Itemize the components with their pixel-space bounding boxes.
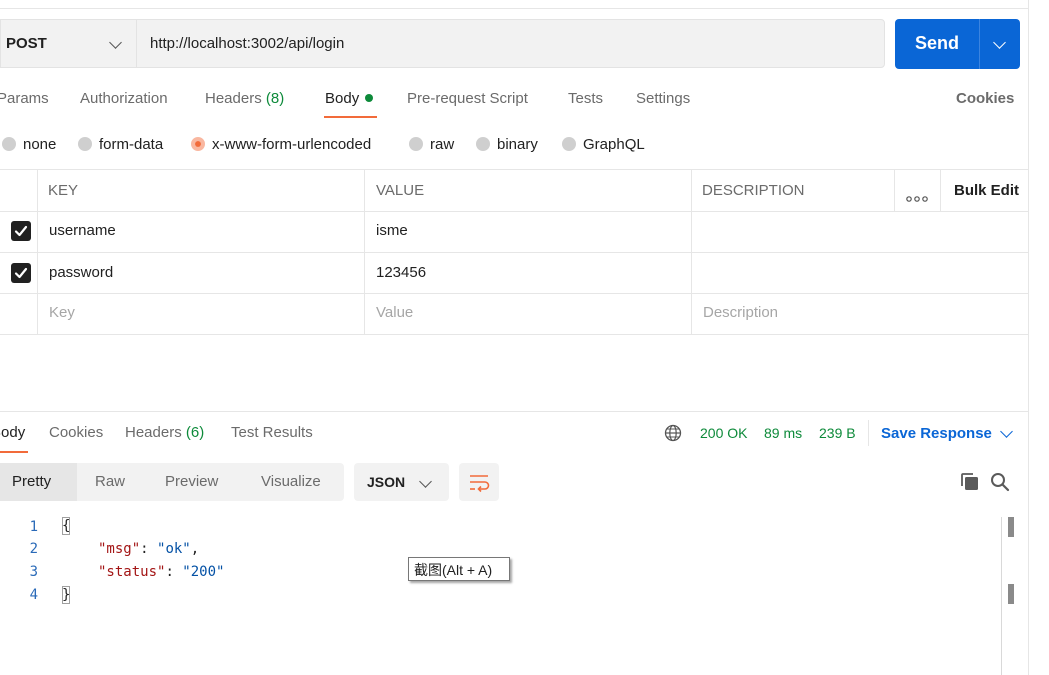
tab-settings[interactable]: Settings	[636, 90, 690, 107]
check-icon	[14, 267, 28, 279]
radio-raw[interactable]	[409, 137, 423, 151]
line-number: 3	[29, 564, 38, 580]
tab-params[interactable]: Params	[0, 90, 49, 107]
scrollbar-marker	[1008, 584, 1014, 604]
new-description-input[interactable]: Description	[703, 304, 778, 321]
tab-pre-request-script[interactable]: Pre-request Script	[407, 90, 528, 107]
new-key-input[interactable]: Key	[49, 304, 75, 321]
response-size[interactable]: 239 B	[819, 425, 856, 441]
code-line-3[interactable]: "status": "200"	[98, 564, 224, 580]
radio-graphql[interactable]	[562, 137, 576, 151]
row-key[interactable]: password	[49, 264, 113, 281]
table-top-border	[0, 169, 1028, 170]
table-row-border	[0, 293, 1028, 294]
column-header-value: VALUE	[376, 182, 425, 199]
headers-count: (8)	[265, 90, 285, 107]
body-active-dot	[365, 94, 374, 102]
format-label: JSON	[367, 474, 406, 490]
tab-active-indicator	[324, 116, 377, 118]
response-tab-cookies[interactable]: Cookies	[49, 424, 103, 441]
response-time[interactable]: 89 ms	[764, 425, 802, 441]
new-value-input[interactable]: Value	[376, 304, 413, 321]
radio-binary-label[interactable]: binary	[497, 136, 538, 153]
url-value: http://localhost:3002/api/login	[150, 35, 345, 52]
radio-graphql-label[interactable]: GraphQL	[583, 136, 645, 153]
radio-x-www-form-urlencoded-label[interactable]: x-www-form-urlencoded	[212, 136, 371, 153]
code-line-1[interactable]: {	[62, 518, 70, 534]
status-divider	[868, 420, 869, 446]
radio-binary[interactable]	[476, 137, 490, 151]
top-divider	[0, 8, 1028, 9]
line-number: 2	[29, 541, 38, 557]
check-icon	[14, 225, 28, 237]
view-mode-pretty[interactable]: Pretty	[12, 473, 51, 490]
row-value[interactable]: isme	[376, 222, 408, 239]
method-label: POST	[6, 35, 47, 52]
row-value[interactable]: 123456	[376, 264, 426, 281]
row-key[interactable]: username	[49, 222, 116, 239]
table-row-border	[0, 252, 1028, 253]
line-number: 1	[29, 519, 38, 535]
send-label: Send	[914, 33, 959, 53]
tab-headers[interactable]: Headers (8)	[205, 90, 284, 107]
code-line-4[interactable]: }	[62, 587, 70, 603]
more-options-icon[interactable]	[906, 189, 928, 202]
view-mode-preview[interactable]: Preview	[165, 473, 218, 490]
right-divider	[1028, 0, 1029, 675]
radio-none[interactable]	[2, 137, 16, 151]
cookies-link[interactable]: Cookies	[956, 90, 1014, 107]
scrollbar-marker	[1008, 517, 1014, 537]
response-tab-headers[interactable]: Headers (6)	[125, 424, 204, 441]
table-column-divider	[894, 169, 895, 211]
copy-icon[interactable]	[960, 472, 980, 492]
save-response-button[interactable]: Save Response	[881, 425, 992, 442]
radio-form-data-label[interactable]: form-data	[99, 136, 163, 153]
code-line-2[interactable]: "msg": "ok",	[98, 541, 199, 557]
screenshot-tooltip: 截图(Alt + A)	[408, 557, 510, 581]
globe-icon[interactable]	[664, 424, 682, 442]
column-header-key: KEY	[48, 182, 79, 199]
response-tab-body[interactable]: Body	[0, 424, 25, 441]
response-tab-test-results[interactable]: Test Results	[231, 424, 313, 441]
table-header-border	[0, 211, 1028, 212]
bulk-edit-button[interactable]: Bulk Edit	[954, 182, 1019, 199]
tab-authorization[interactable]: Authorization	[80, 90, 168, 107]
response-headers-count: (6)	[185, 424, 205, 441]
wrap-lines-icon	[470, 475, 490, 493]
radio-none-label[interactable]: none	[23, 136, 56, 153]
response-divider	[0, 411, 1028, 412]
table-column-divider	[37, 169, 38, 335]
view-mode-raw[interactable]: Raw	[95, 473, 125, 490]
radio-x-www-form-urlencoded[interactable]	[191, 137, 205, 151]
code-scrollbar-track[interactable]	[1001, 517, 1002, 675]
tab-tests[interactable]: Tests	[568, 90, 603, 107]
table-column-divider	[364, 169, 365, 335]
row-checkbox[interactable]	[11, 263, 31, 283]
table-column-divider	[691, 169, 692, 335]
wrap-lines-button[interactable]	[459, 463, 499, 501]
row-checkbox[interactable]	[11, 221, 31, 241]
send-divider	[979, 19, 980, 69]
table-bottom-border	[0, 334, 1028, 335]
tab-body[interactable]: Body	[325, 90, 374, 107]
radio-raw-label[interactable]: raw	[430, 136, 454, 153]
status-code[interactable]: 200 OK	[700, 425, 747, 441]
column-header-description: DESCRIPTION	[702, 182, 805, 199]
save-response-chevron-icon[interactable]	[1000, 425, 1013, 438]
view-mode-visualize[interactable]: Visualize	[261, 473, 321, 490]
response-tab-active-indicator	[0, 451, 28, 453]
table-column-divider	[940, 169, 941, 211]
search-icon[interactable]	[990, 472, 1010, 492]
radio-form-data[interactable]	[78, 137, 92, 151]
line-number: 4	[29, 587, 38, 603]
